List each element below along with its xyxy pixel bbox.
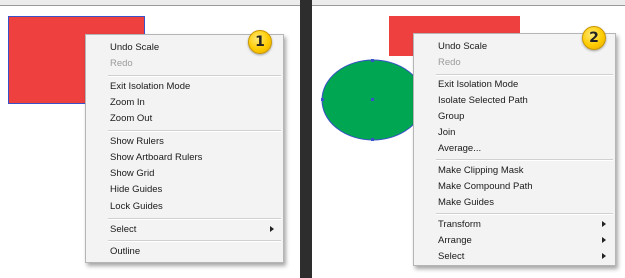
green-ellipse-shape-selected[interactable] — [320, 58, 426, 144]
menu-item-show-grid[interactable]: Show Grid — [110, 167, 154, 180]
menu-item-undo-scale[interactable]: Undo Scale — [438, 40, 487, 53]
menu-item-redo: Redo — [110, 58, 133, 69]
menu-item-lock-guides[interactable]: Lock Guides — [110, 200, 163, 213]
artboard-top-edge — [0, 0, 300, 6]
context-menu-right: Undo Scale Redo Exit Isolation Mode Isol… — [413, 33, 616, 266]
menu-separator — [108, 130, 281, 132]
step-1-badge-icon: 1 — [248, 30, 272, 54]
menu-item-select-submenu[interactable]: Select — [438, 250, 613, 263]
menu-item-select-submenu[interactable]: Select — [110, 223, 281, 236]
menu-item-make-compound-path[interactable]: Make Compound Path — [438, 180, 533, 193]
menu-separator — [108, 75, 281, 77]
menu-item-zoom-out[interactable]: Zoom Out — [110, 112, 152, 125]
menu-item-make-clipping-mask[interactable]: Make Clipping Mask — [438, 164, 524, 177]
menu-item-exit-isolation-mode[interactable]: Exit Isolation Mode — [438, 78, 518, 91]
step-2-badge-icon: 2 — [582, 26, 606, 50]
menu-item-average[interactable]: Average... — [438, 142, 481, 155]
menu-item-join[interactable]: Join — [438, 126, 455, 139]
submenu-arrow-icon — [602, 237, 606, 243]
menu-item-isolate-selected-path[interactable]: Isolate Selected Path — [438, 94, 528, 107]
artboard-top-edge — [312, 0, 625, 6]
menu-item-label: Arrange — [438, 235, 472, 246]
menu-separator — [108, 240, 281, 242]
menu-item-outline[interactable]: Outline — [110, 245, 140, 258]
panel-divider — [300, 0, 312, 278]
menu-item-show-rulers[interactable]: Show Rulers — [110, 135, 164, 148]
menu-separator — [436, 213, 613, 215]
menu-item-group[interactable]: Group — [438, 110, 464, 123]
menu-item-redo: Redo — [438, 57, 461, 68]
menu-separator — [436, 74, 613, 76]
menu-separator — [436, 159, 613, 161]
submenu-arrow-icon — [602, 253, 606, 259]
menu-item-make-guides[interactable]: Make Guides — [438, 196, 494, 209]
menu-item-show-artboard-rulers[interactable]: Show Artboard Rulers — [110, 151, 202, 164]
submenu-arrow-icon — [602, 221, 606, 227]
menu-separator — [108, 218, 281, 220]
menu-item-hide-guides[interactable]: Hide Guides — [110, 183, 162, 196]
submenu-arrow-icon — [270, 226, 274, 232]
menu-item-label: Select — [438, 251, 465, 262]
menu-item-label: Select — [110, 224, 137, 235]
menu-item-transform-submenu[interactable]: Transform — [438, 218, 613, 231]
menu-item-undo-scale[interactable]: Undo Scale — [110, 41, 159, 54]
context-menu-left: Undo Scale Redo Exit Isolation Mode Zoom… — [85, 34, 284, 263]
menu-item-zoom-in[interactable]: Zoom In — [110, 96, 145, 109]
menu-item-exit-isolation-mode[interactable]: Exit Isolation Mode — [110, 80, 190, 93]
menu-item-arrange-submenu[interactable]: Arrange — [438, 234, 613, 247]
menu-item-label: Transform — [438, 219, 481, 230]
